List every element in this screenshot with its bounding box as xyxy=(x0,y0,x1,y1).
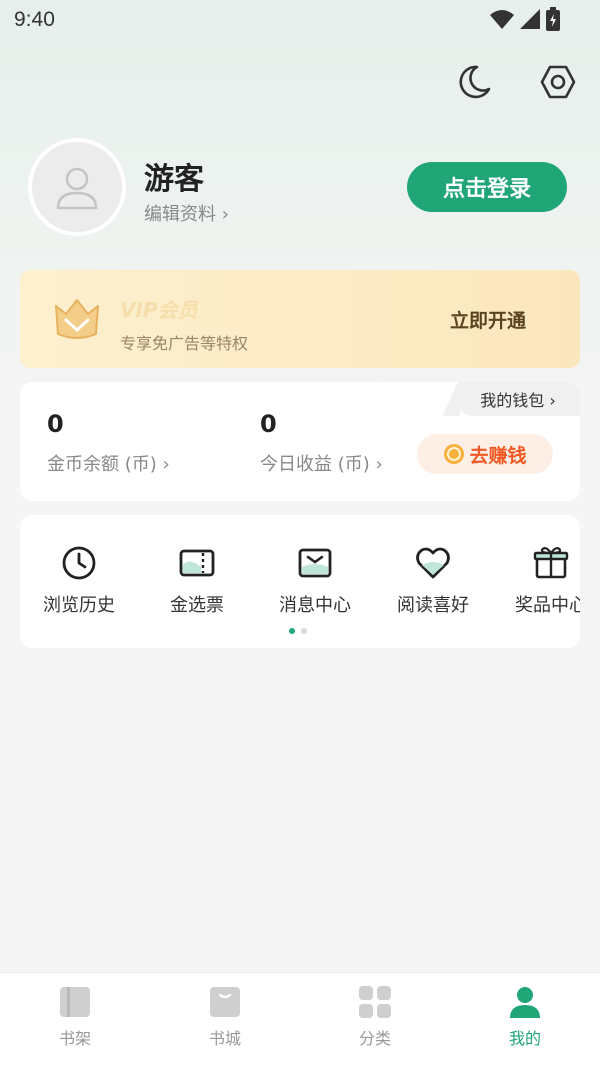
page-indicator xyxy=(289,628,307,634)
vip-card[interactable]: VIP会员 专享免广告等特权 立即开通 xyxy=(20,270,580,368)
earn-money-label: 去赚钱 xyxy=(469,444,527,467)
bottom-tab-bar: 书架 书城 分类 我的 xyxy=(0,972,600,1066)
avatar[interactable] xyxy=(28,138,126,236)
page-dot xyxy=(301,628,307,634)
shortcut-label: 金选票 xyxy=(170,595,224,616)
tab-bookshelf[interactable]: 书架 xyxy=(0,985,150,1049)
shortcut-label: 阅读喜好 xyxy=(397,595,469,616)
status-bar: 9:40 xyxy=(0,0,600,40)
tab-category[interactable]: 分类 xyxy=(300,985,450,1049)
tab-label: 书城 xyxy=(208,1029,241,1048)
tab-label: 分类 xyxy=(358,1029,391,1048)
status-icons xyxy=(490,7,560,31)
shortcut-prize-center[interactable]: 奖品中心 xyxy=(492,543,580,617)
tab-mine[interactable]: 我的 xyxy=(450,985,600,1049)
shortcut-browse-history[interactable]: 浏览历史 xyxy=(20,543,138,617)
tab-label: 我的 xyxy=(508,1029,541,1048)
shortcut-card: 浏览历史 金选票 消息中心 阅读喜好 奖品中心 xyxy=(20,515,580,648)
message-icon xyxy=(298,548,332,578)
ticket-icon xyxy=(179,549,215,577)
clock-icon xyxy=(62,546,96,580)
shortcut-reading-preference[interactable]: 阅读喜好 xyxy=(374,543,492,617)
battery-icon xyxy=(546,7,560,31)
gift-icon xyxy=(533,546,569,579)
today-earnings-value: 0 xyxy=(260,410,277,438)
shortcut-message-center[interactable]: 消息中心 xyxy=(256,543,374,617)
shortcut-label: 消息中心 xyxy=(279,595,351,616)
bookshelf-icon xyxy=(60,987,90,1017)
profile-icon xyxy=(510,987,540,1018)
user-silhouette-icon xyxy=(56,167,98,210)
today-earnings-label[interactable]: 今日收益 (币) › xyxy=(260,450,383,476)
gear-icon xyxy=(540,65,576,99)
shortcut-gold-ticket[interactable]: 金选票 xyxy=(138,543,256,617)
settings-button[interactable] xyxy=(536,60,580,104)
edit-profile-link[interactable]: 编辑资料 › xyxy=(144,200,229,226)
shortcut-label: 奖品中心 xyxy=(515,595,580,616)
wifi-icon xyxy=(490,9,514,29)
login-button[interactable]: 点击登录 xyxy=(407,162,567,212)
coin-balance-value: 0 xyxy=(47,410,64,438)
wallet-card: 我的钱包 › 0 金币余额 (币) › 0 今日收益 (币) › 去赚钱 xyxy=(20,382,580,501)
coin-balance-label[interactable]: 金币余额 (币) › xyxy=(47,450,170,476)
signal-icon xyxy=(520,9,540,29)
moon-icon xyxy=(459,65,491,99)
vip-open-button[interactable]: 立即开通 xyxy=(450,306,526,333)
shortcut-label: 浏览历史 xyxy=(43,595,115,616)
night-mode-button[interactable] xyxy=(452,60,496,104)
username: 游客 xyxy=(144,162,204,197)
vip-subtitle: 专享免广告等特权 xyxy=(120,334,249,353)
vip-title: VIP会员 xyxy=(120,298,198,322)
bookstore-icon xyxy=(210,987,240,1017)
tab-bookstore[interactable]: 书城 xyxy=(150,985,300,1049)
category-icon xyxy=(359,986,391,1018)
tab-label: 书架 xyxy=(58,1029,91,1048)
heart-icon xyxy=(416,547,450,579)
status-time: 9:40 xyxy=(14,8,55,31)
vip-crown-icon xyxy=(55,299,99,339)
page-dot-active xyxy=(289,628,295,634)
coin-icon xyxy=(444,444,465,464)
my-wallet-link[interactable]: 我的钱包 › xyxy=(440,382,580,416)
earn-money-button[interactable]: 去赚钱 xyxy=(417,434,553,474)
